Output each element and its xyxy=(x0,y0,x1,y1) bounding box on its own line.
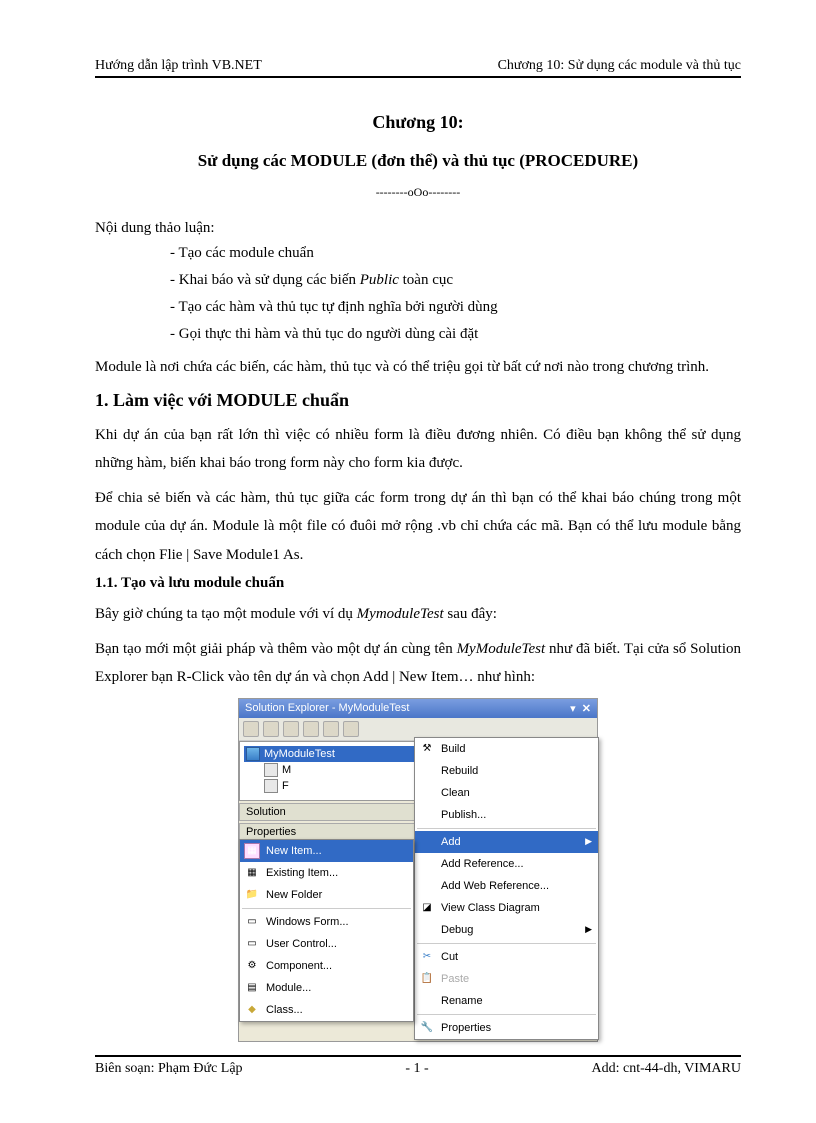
item-icon xyxy=(264,763,278,777)
page-footer: Biên soạn: Phạm Đức Lập - 1 - Add: cnt-4… xyxy=(95,1055,741,1077)
menu-debug[interactable]: Debug▶ xyxy=(415,919,598,941)
menu-user-control[interactable]: ▭User Control... xyxy=(240,933,413,955)
submenu-arrow-icon: ▶ xyxy=(585,836,592,847)
header-right: Chương 10: Sử dụng các module và thủ tục xyxy=(498,58,741,74)
menu-existing-item[interactable]: ▦Existing Item... xyxy=(240,862,413,884)
class-icon: ◆ xyxy=(244,1002,260,1018)
properties-icon: 🔧 xyxy=(419,1020,435,1036)
menu-cut[interactable]: ✂Cut xyxy=(415,946,598,968)
menu-paste: 📋Paste xyxy=(415,968,598,990)
menu-clean[interactable]: Clean xyxy=(415,782,598,804)
menu-view-class-diagram[interactable]: ◪View Class Diagram xyxy=(415,897,598,919)
user-control-icon: ▭ xyxy=(244,936,260,952)
context-menu-project: ⚒Build Rebuild Clean Publish... Add▶ Add… xyxy=(414,737,599,1040)
build-icon: ⚒ xyxy=(419,741,435,757)
menu-publish[interactable]: Publish... xyxy=(415,804,598,826)
intro-label: Nội dung thảo luận: xyxy=(95,220,741,237)
cut-icon: ✂ xyxy=(419,949,435,965)
toolbar-icon[interactable] xyxy=(303,721,319,737)
section-heading-1: 1. Làm việc với MODULE chuẩn xyxy=(95,390,741,411)
menu-class[interactable]: ◆Class... xyxy=(240,999,413,1021)
menu-add[interactable]: Add▶ xyxy=(415,831,598,853)
menu-rebuild[interactable]: Rebuild xyxy=(415,760,598,782)
item-icon xyxy=(264,779,278,793)
close-icon[interactable]: ✕ xyxy=(582,703,591,715)
toolbar-icon[interactable] xyxy=(283,721,299,737)
list-item: - Khai báo và sử dụng các biến Public to… xyxy=(170,272,741,289)
toolbar-icon[interactable] xyxy=(243,721,259,737)
menu-new-item[interactable]: ▦New Item... xyxy=(240,840,413,862)
footer-right: Add: cnt-44-dh, VIMARU xyxy=(592,1061,741,1077)
pin-icon[interactable]: ▾ xyxy=(570,703,576,715)
toolbar-icon[interactable] xyxy=(343,721,359,737)
paragraph: Module là nơi chứa các biến, các hàm, th… xyxy=(95,353,741,382)
paragraph: Để chia sẻ biến và các hàm, thủ tục giữa… xyxy=(95,484,741,570)
diagram-icon: ◪ xyxy=(419,900,435,916)
topic-list: - Tạo các module chuẩn - Khai báo và sử … xyxy=(170,245,741,343)
form-icon: ▭ xyxy=(244,914,260,930)
existing-item-icon: ▦ xyxy=(244,865,260,881)
submenu-add: ▦New Item... ▦Existing Item... 📁New Fold… xyxy=(239,839,414,1022)
list-item: - Tạo các module chuẩn xyxy=(170,245,741,262)
chapter-number: Chương 10: xyxy=(95,112,741,133)
paragraph: Khi dự án của bạn rất lớn thì việc có nh… xyxy=(95,421,741,478)
window-titlebar: Solution Explorer - MyModuleTest ▾ ✕ xyxy=(239,699,597,718)
folder-icon: 📁 xyxy=(244,887,260,903)
menu-windows-form[interactable]: ▭Windows Form... xyxy=(240,911,413,933)
list-item: - Gọi thực thi hàm và thủ tục do người d… xyxy=(170,326,741,343)
menu-new-folder[interactable]: 📁New Folder xyxy=(240,884,413,906)
menu-build[interactable]: ⚒Build xyxy=(415,738,598,760)
toolbar-icon[interactable] xyxy=(323,721,339,737)
footer-page-number: - 1 - xyxy=(405,1061,428,1077)
menu-rename[interactable]: Rename xyxy=(415,990,598,1012)
toolbar-icon[interactable] xyxy=(263,721,279,737)
menu-add-web-reference[interactable]: Add Web Reference... xyxy=(415,875,598,897)
paragraph: Bạn tạo mới một giải pháp và thêm vào mộ… xyxy=(95,635,741,692)
vb-project-icon xyxy=(246,747,260,761)
chapter-subtitle: Sử dụng các MODULE (đơn thể) và thủ tục … xyxy=(95,151,741,171)
footer-left: Biên soạn: Phạm Đức Lập xyxy=(95,1061,243,1077)
menu-module[interactable]: ▤Module... xyxy=(240,977,413,999)
header-left: Hướng dẫn lập trình VB.NET xyxy=(95,58,262,74)
component-icon: ⚙ xyxy=(244,958,260,974)
module-icon: ▤ xyxy=(244,980,260,996)
menu-component[interactable]: ⚙Component... xyxy=(240,955,413,977)
paragraph: Bây giờ chúng ta tạo một module với ví d… xyxy=(95,600,741,629)
new-item-icon: ▦ xyxy=(244,843,260,859)
submenu-arrow-icon: ▶ xyxy=(585,924,592,935)
paste-icon: 📋 xyxy=(419,971,435,987)
figure-solution-explorer: Solution Explorer - MyModuleTest ▾ ✕ MyM… xyxy=(95,698,741,1042)
menu-add-reference[interactable]: Add Reference... xyxy=(415,853,598,875)
window-title: Solution Explorer - MyModuleTest xyxy=(245,702,409,714)
section-heading-1-1: 1.1. Tạo và lưu module chuẩn xyxy=(95,575,741,592)
list-item: - Tạo các hàm và thủ tục tự định nghĩa b… xyxy=(170,299,741,316)
menu-properties[interactable]: 🔧Properties xyxy=(415,1017,598,1039)
page-header: Hướng dẫn lập trình VB.NET Chương 10: Sử… xyxy=(95,58,741,78)
divider-ooo: --------oOo-------- xyxy=(95,185,741,200)
